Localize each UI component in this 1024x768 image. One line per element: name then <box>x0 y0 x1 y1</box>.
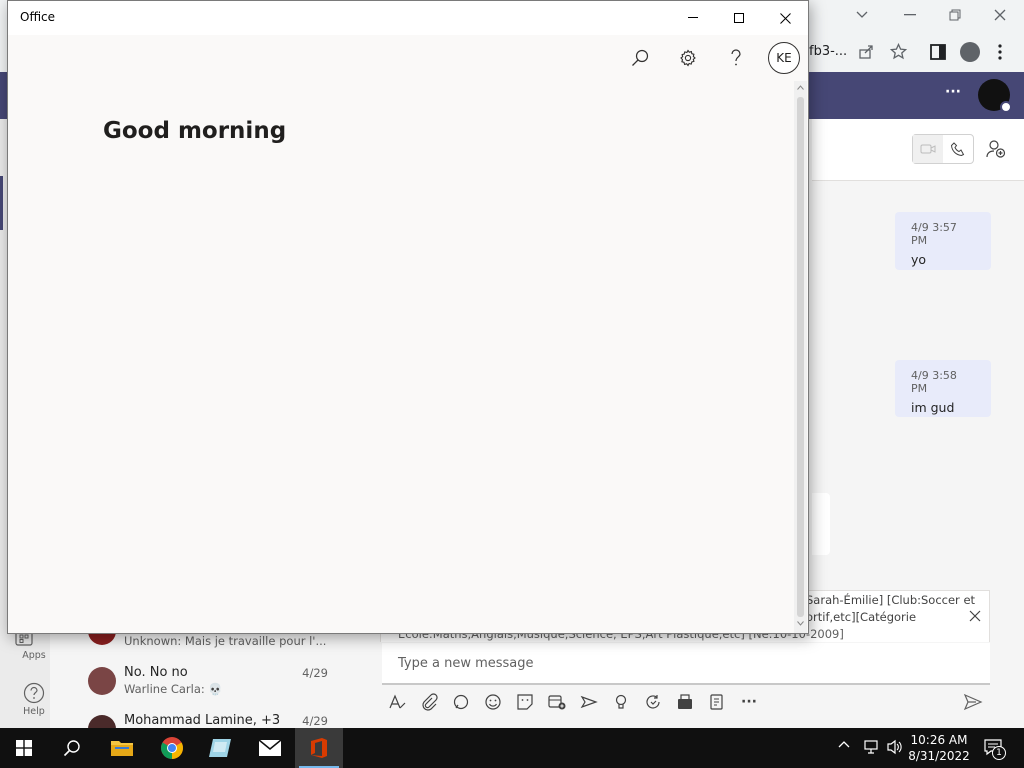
chat-messages-area: 4/9 3:57 PM yo 4/9 3:58 PM im gud <box>812 181 1024 561</box>
browser-menu-icon[interactable] <box>997 44 1003 60</box>
forms-icon[interactable] <box>706 690 728 714</box>
quoted-text-line: ortif,etc][Catégorie <box>806 610 917 624</box>
search-icon[interactable] <box>623 41 657 75</box>
search-icon[interactable] <box>48 728 96 768</box>
browser-minimize-button[interactable] <box>888 4 932 26</box>
maximize-button[interactable] <box>716 1 762 35</box>
message-timestamp: 4/9 3:57 PM <box>911 221 957 247</box>
chat-date: 4/29 <box>302 714 328 728</box>
message-timestamp: 4/9 3:58 PM <box>911 369 957 395</box>
send-icon[interactable] <box>962 690 984 714</box>
scroll-up-arrow-icon[interactable] <box>797 85 804 90</box>
address-bar-fragment[interactable]: fb3-... <box>809 44 847 59</box>
share-icon[interactable] <box>858 44 874 60</box>
greeting-heading: Good morning <box>103 118 287 144</box>
browser-close-button[interactable] <box>978 4 1022 26</box>
minimize-button[interactable] <box>670 1 716 35</box>
office-titlebar[interactable]: Office <box>8 1 808 35</box>
clock[interactable]: 10:26 AM 8/31/2022 <box>905 732 973 764</box>
message-text: im gud <box>911 400 955 415</box>
clock-time: 10:26 AM <box>910 733 968 747</box>
side-panel-icon[interactable] <box>930 44 946 60</box>
teams-more-button[interactable]: ··· <box>945 84 961 100</box>
chat-date: 4/29 <box>302 666 328 680</box>
chat-name: Mohammad Lamine, +3 <box>124 713 281 728</box>
start-windows-icon[interactable] <box>0 728 48 768</box>
profile-avatar-icon[interactable] <box>960 42 980 62</box>
scroll-thumb[interactable] <box>797 97 804 617</box>
close-button[interactable] <box>762 1 808 35</box>
rail-active-indicator <box>0 176 3 230</box>
sticker-icon[interactable] <box>514 690 536 714</box>
notifications-icon[interactable]: 1 <box>984 738 1006 760</box>
settings-gear-icon[interactable] <box>671 41 705 75</box>
app-icon[interactable] <box>197 728 245 768</box>
message-bubble[interactable]: 4/9 3:58 PM im gud <box>895 360 991 417</box>
approvals-icon[interactable] <box>674 690 696 714</box>
chat-avatar <box>88 667 116 695</box>
help-icon[interactable] <box>23 682 45 704</box>
account-avatar[interactable]: KE <box>768 42 800 74</box>
apps-label: Apps <box>22 650 46 661</box>
browser-restore-button[interactable] <box>933 4 977 26</box>
more-options-icon[interactable]: ··· <box>738 690 760 714</box>
format-icon[interactable] <box>386 690 408 714</box>
mail-icon[interactable] <box>246 728 294 768</box>
office-window: Office KE Good morning <box>7 0 809 634</box>
chat-preview: Warline Carla: 💀 <box>124 682 223 696</box>
teams-user-avatar[interactable] <box>978 79 1012 113</box>
audio-call-icon[interactable] <box>943 135 973 163</box>
video-call-icon[interactable] <box>913 135 943 163</box>
attach-icon[interactable] <box>418 690 440 714</box>
chat-list-item[interactable]: Mohammad Lamine, +3 4/29 <box>68 710 346 743</box>
quoted-text-line: Sarah-Émilie] [Club:Soccer et <box>806 593 976 607</box>
presence-badge <box>1000 101 1012 113</box>
bookmark-star-icon[interactable] <box>890 43 907 60</box>
loop-icon[interactable] <box>450 690 472 714</box>
clock-date: 8/31/2022 <box>908 749 970 763</box>
chat-list-item[interactable]: No. No no Warline Carla: 💀 4/29 <box>68 662 346 708</box>
chat-preview: Unknown: Mais je travaille pour l'... <box>124 634 327 648</box>
volume-icon[interactable] <box>886 739 904 755</box>
windows-taskbar: 10:26 AM 8/31/2022 1 <box>0 728 1024 768</box>
help-question-icon[interactable] <box>719 41 753 75</box>
emoji-icon[interactable] <box>482 690 504 714</box>
compose-toolbar: ··· <box>382 690 984 718</box>
message-input[interactable]: Type a new message <box>382 643 990 685</box>
office-taskbar-icon[interactable] <box>295 728 343 768</box>
help-label: Help <box>23 706 45 717</box>
chrome-icon[interactable] <box>148 728 196 768</box>
file-explorer-icon[interactable] <box>98 728 146 768</box>
dismiss-quote-icon[interactable] <box>969 610 981 622</box>
show-hidden-icons-chevron-icon[interactable] <box>838 740 850 748</box>
chat-header <box>812 119 1024 181</box>
tab-search-chevron-icon[interactable] <box>840 4 884 26</box>
scroll-down-arrow-icon[interactable] <box>797 621 804 626</box>
notification-count-badge: 1 <box>992 746 1006 760</box>
message-card-fragment <box>812 493 830 555</box>
praise-icon[interactable] <box>610 690 632 714</box>
network-icon[interactable] <box>862 739 880 755</box>
update-icon[interactable] <box>642 690 664 714</box>
message-text: yo <box>911 252 927 267</box>
message-bubble[interactable]: 4/9 3:57 PM yo <box>895 212 991 270</box>
schedule-meeting-icon[interactable] <box>546 690 568 714</box>
chat-name: No. No no <box>124 665 188 680</box>
window-title: Office <box>20 10 56 24</box>
add-people-icon[interactable] <box>986 140 1006 158</box>
stream-icon[interactable] <box>578 690 600 714</box>
